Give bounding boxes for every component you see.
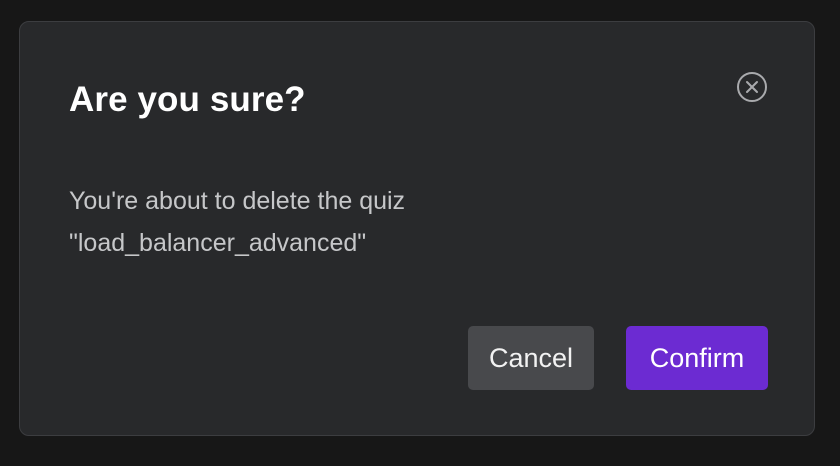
message-line: You're about to delete the quiz: [69, 187, 406, 215]
confirm-dialog: Are you sure? You're about to delete the…: [19, 21, 815, 436]
quiz-name: "load_balancer_advanced": [69, 229, 367, 257]
confirm-button[interactable]: Confirm: [626, 326, 768, 390]
dialog-message: You're about to delete the quiz "load_ba…: [69, 180, 629, 264]
cancel-button[interactable]: Cancel: [468, 326, 594, 390]
dialog-title: Are you sure?: [69, 80, 306, 119]
close-circle-icon: [737, 72, 767, 102]
modal-backdrop: Are you sure? You're about to delete the…: [0, 0, 840, 466]
close-button[interactable]: [735, 70, 769, 104]
